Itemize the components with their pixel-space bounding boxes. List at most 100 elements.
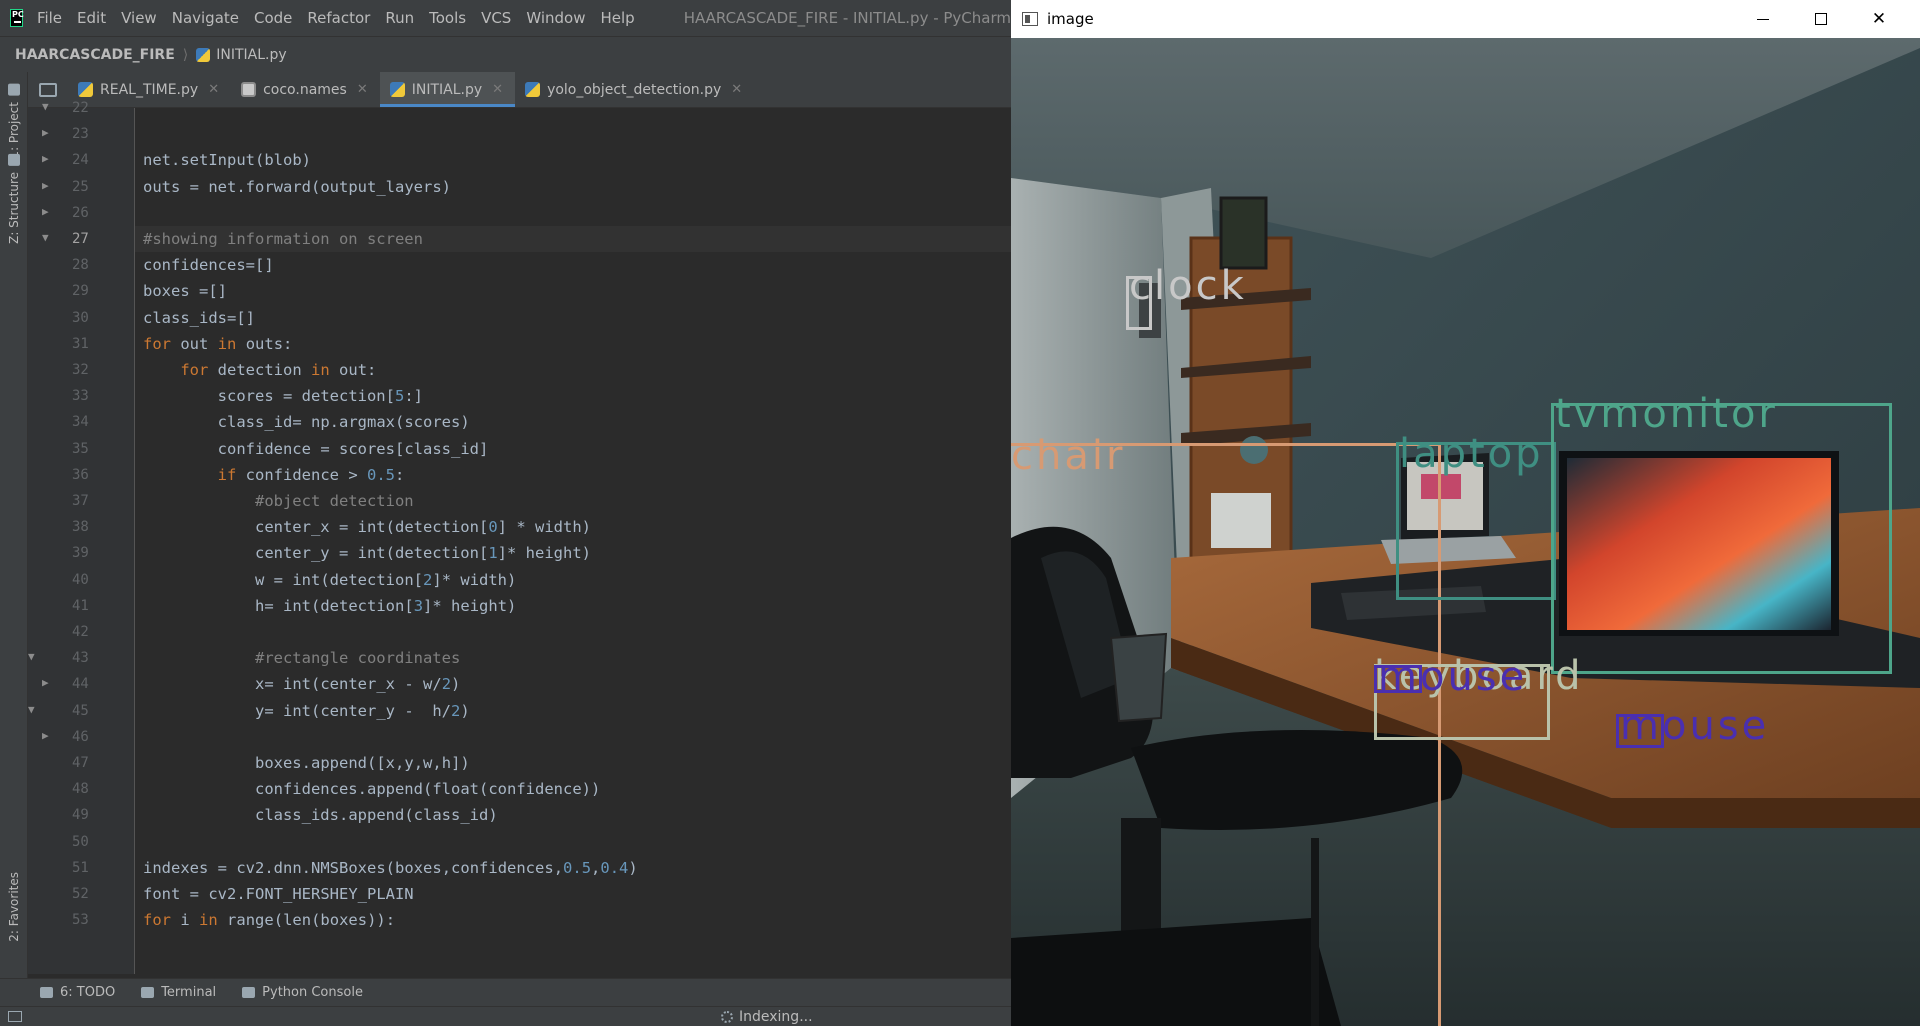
code-line[interactable]: scores = detection[5:] [143, 383, 423, 409]
expand-arrow-icon[interactable]: ▶ [42, 126, 49, 139]
line-number[interactable]: 50 [28, 829, 135, 855]
tab-coco-names[interactable]: coco.names ✕ [231, 72, 380, 107]
breadcrumb-project[interactable]: HAARCASCADE_FIRE [15, 47, 175, 63]
code-line[interactable]: #rectangle coordinates [143, 645, 460, 671]
python-console-tool-button[interactable]: Python Console [242, 985, 363, 1000]
line-number[interactable]: 49 [28, 802, 135, 828]
expand-arrow-icon[interactable]: ▶ [42, 205, 49, 218]
code-line[interactable]: indexes = cv2.dnn.NMSBoxes(boxes,confide… [143, 855, 638, 881]
structure-tool-tab[interactable]: Z: Structure [4, 154, 24, 244]
expand-arrow-icon[interactable]: ▶ [42, 676, 49, 689]
code-line[interactable]: boxes.append([x,y,w,h]) [143, 750, 470, 776]
code-line[interactable]: confidences.append(float(confidence)) [143, 776, 600, 802]
favorites-tool-tab[interactable]: 2: Favorites [4, 872, 24, 942]
tab-initial[interactable]: INITIAL.py ✕ [379, 72, 516, 107]
line-number[interactable]: 24 ▶ [28, 147, 135, 173]
line-number[interactable]: 46 ▶ [28, 724, 135, 750]
line-number[interactable]: 28 [28, 252, 135, 278]
line-number[interactable]: 43 ▼ [28, 645, 135, 671]
code-line[interactable]: confidences=[] [143, 252, 274, 278]
line-number[interactable]: 39 [28, 540, 135, 566]
code-line[interactable]: w = int(detection[2]* width) [143, 567, 516, 593]
code-line[interactable]: y= int(center_y - h/2) [143, 698, 470, 724]
code-line[interactable]: x= int(center_x - w/2) [143, 671, 460, 697]
menu-navigate[interactable]: Navigate [172, 9, 239, 27]
menu-file[interactable]: File [37, 9, 62, 27]
close-icon[interactable]: ✕ [492, 82, 503, 97]
menu-refactor[interactable]: Refactor [307, 9, 370, 27]
line-number[interactable]: 27 ▼ [28, 226, 135, 252]
line-number[interactable]: 41 [28, 593, 135, 619]
menu-help[interactable]: Help [600, 9, 634, 27]
code-line[interactable]: boxes =[] [143, 278, 227, 304]
collapse-arrow-icon[interactable]: ▼ [28, 703, 35, 716]
menu-window[interactable]: Window [526, 9, 585, 27]
menu-run[interactable]: Run [385, 9, 414, 27]
breadcrumb-file[interactable]: INITIAL.py [216, 47, 286, 63]
line-number[interactable]: 31 [28, 331, 135, 357]
code-line[interactable]: for detection in out: [143, 357, 376, 383]
code-line[interactable]: outs = net.forward(output_layers) [143, 174, 451, 200]
close-icon[interactable]: ✕ [208, 82, 219, 97]
line-number[interactable]: 37 [28, 488, 135, 514]
expand-arrow-icon[interactable]: ▶ [42, 729, 49, 742]
code-line[interactable]: if confidence > 0.5: [143, 462, 405, 488]
terminal-tool-button[interactable]: Terminal [141, 985, 216, 1000]
code-line[interactable]: center_x = int(detection[0] * width) [143, 514, 591, 540]
tool-windows-icon[interactable] [8, 1011, 22, 1022]
collapse-arrow-icon[interactable]: ▼ [42, 231, 49, 244]
line-number[interactable]: 44 ▶ [28, 671, 135, 697]
project-tool-tab[interactable]: 1: Project [4, 84, 24, 159]
menu-code[interactable]: Code [254, 9, 292, 27]
line-number[interactable]: 35 [28, 436, 135, 462]
line-number[interactable]: 53 [28, 907, 135, 933]
menu-tools[interactable]: Tools [429, 9, 466, 27]
menu-edit[interactable]: Edit [77, 9, 106, 27]
close-icon[interactable]: ✕ [731, 82, 742, 97]
close-icon[interactable]: ✕ [357, 82, 368, 97]
line-number[interactable]: 36 [28, 462, 135, 488]
code-line[interactable]: font = cv2.FONT_HERSHEY_PLAIN [143, 881, 414, 907]
code-line[interactable]: #showing information on screen [143, 226, 423, 252]
code-line[interactable]: net.setInput(blob) [143, 147, 311, 173]
code-line[interactable]: #object detection [143, 488, 414, 514]
collapse-arrow-icon[interactable]: ▼ [28, 650, 35, 663]
line-number[interactable]: 29 [28, 278, 135, 304]
code-line[interactable]: confidence = scores[class_id] [143, 436, 489, 462]
minimize-button[interactable] [1734, 0, 1792, 38]
code-line[interactable]: class_ids=[] [143, 305, 255, 331]
line-number[interactable]: 48 [28, 776, 135, 802]
line-number[interactable]: 33 [28, 383, 135, 409]
line-number[interactable]: 30 [28, 305, 135, 331]
line-number[interactable]: 42 [28, 619, 135, 645]
line-number[interactable]: 23 ▶ [28, 121, 135, 147]
code-line[interactable]: h= int(detection[3]* height) [143, 593, 516, 619]
expand-arrow-icon[interactable]: ▶ [42, 179, 49, 192]
menu-view[interactable]: View [121, 9, 157, 27]
line-number[interactable]: 26 ▶ [28, 200, 135, 226]
code-editor[interactable]: net.setInput(blob) outs = net.forward(out… [135, 108, 1011, 974]
line-number[interactable]: 40 [28, 567, 135, 593]
close-button[interactable]: ✕ [1850, 0, 1908, 38]
expand-arrow-icon[interactable]: ▶ [42, 152, 49, 165]
code-line[interactable]: class_ids.append(class_id) [143, 802, 498, 828]
line-number[interactable]: 51 [28, 855, 135, 881]
todo-tool-button[interactable]: 6: TODO [40, 985, 115, 1000]
code-line[interactable]: for out in outs: [143, 331, 292, 357]
line-number[interactable]: 45 ▼ [28, 698, 135, 724]
line-number[interactable]: 34 [28, 409, 135, 435]
line-number[interactable]: 52 [28, 881, 135, 907]
line-number[interactable]: 22 ▼ [28, 95, 135, 121]
line-number[interactable]: 25 ▶ [28, 174, 135, 200]
maximize-button[interactable] [1792, 0, 1850, 38]
code-line[interactable]: center_y = int(detection[1]* height) [143, 540, 591, 566]
line-number-gutter[interactable]: 22 ▼ 23 ▶ 24 ▶ 25 ▶ 26 ▶ 27 ▼ 28 29 30 31 32 33 34 35 36 37 38… [28, 100, 135, 974]
tab-yolo-object-detection[interactable]: yolo_object_detection.py ✕ [515, 72, 754, 107]
line-number[interactable]: 38 [28, 514, 135, 540]
collapse-arrow-icon[interactable]: ▼ [42, 100, 49, 113]
line-number[interactable]: 47 [28, 750, 135, 776]
menu-vcs[interactable]: VCS [481, 9, 511, 27]
image-window-titlebar[interactable]: image ✕ [1011, 0, 1920, 38]
code-line[interactable]: for i in range(len(boxes)): [143, 907, 395, 933]
code-line[interactable]: class_id= np.argmax(scores) [143, 409, 470, 435]
